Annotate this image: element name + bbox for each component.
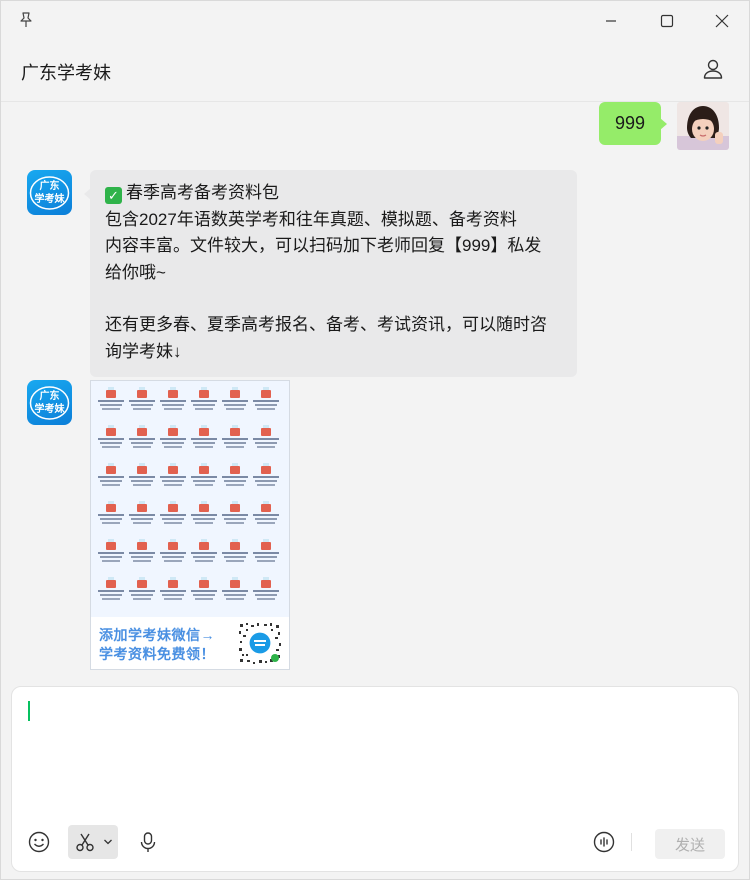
file-thumbnail bbox=[128, 501, 156, 541]
message-composer[interactable]: 发送 bbox=[11, 686, 739, 872]
file-thumbnail bbox=[221, 539, 249, 579]
outgoing-message-bubble[interactable]: 999 bbox=[599, 102, 668, 145]
file-thumbnail bbox=[97, 501, 125, 541]
title-bar bbox=[1, 1, 749, 39]
message-list[interactable]: 999 广东 学考妹 ✓ 春季高考备考资料包 包含2027年语数英学考和往年真题… bbox=[1, 102, 749, 684]
file-grid-preview bbox=[95, 385, 285, 615]
file-thumbnail bbox=[128, 539, 156, 579]
chevron-down-icon bbox=[104, 839, 112, 845]
file-thumbnail bbox=[252, 501, 280, 541]
file-thumbnail bbox=[190, 501, 218, 541]
file-thumbnail bbox=[190, 387, 218, 427]
file-thumbnail bbox=[252, 425, 280, 465]
file-thumbnail bbox=[221, 387, 249, 427]
file-thumbnail bbox=[97, 387, 125, 427]
logo-text-line1: 广东 bbox=[40, 389, 60, 402]
file-thumbnail bbox=[221, 425, 249, 465]
banner-line2: 学考资料免费领！ bbox=[99, 646, 215, 662]
file-thumbnail bbox=[159, 463, 187, 503]
chat-title: 广东学考妹 bbox=[21, 63, 111, 83]
pin-icon[interactable] bbox=[17, 11, 35, 29]
scissors-icon bbox=[76, 833, 94, 852]
sender-avatar[interactable]: 广东 学考妹 bbox=[27, 380, 72, 425]
file-thumbnail bbox=[190, 577, 218, 617]
file-thumbnail bbox=[128, 577, 156, 617]
microphone-icon bbox=[140, 832, 156, 852]
file-thumbnail bbox=[221, 463, 249, 503]
my-avatar[interactable] bbox=[677, 102, 729, 150]
file-thumbnail bbox=[252, 387, 280, 427]
person-icon[interactable] bbox=[701, 57, 725, 81]
banner-line1: 添加学考妹微信→ bbox=[99, 627, 215, 643]
screenshot-button-group bbox=[68, 825, 118, 859]
file-thumbnail bbox=[221, 501, 249, 541]
minimize-button[interactable] bbox=[591, 7, 631, 35]
close-icon bbox=[715, 14, 729, 28]
message-line: 内容丰富。文件较大，可以扫码加下老师回复【999】私发 bbox=[105, 236, 542, 255]
logo-text-line2: 学考妹 bbox=[35, 402, 66, 415]
message-line: 还有更多春、夏季高考报名、备考、考试资讯，可以随时咨 bbox=[105, 315, 547, 334]
file-thumbnail bbox=[159, 577, 187, 617]
file-thumbnail bbox=[97, 539, 125, 579]
file-thumbnail bbox=[252, 577, 280, 617]
voice-message-button[interactable] bbox=[131, 825, 165, 859]
outgoing-message-text: 999 bbox=[615, 113, 646, 133]
file-thumbnail bbox=[252, 463, 280, 503]
qr-code-icon bbox=[237, 621, 283, 665]
brand-logo-icon: 广东 学考妹 bbox=[29, 176, 70, 210]
file-thumbnail bbox=[159, 539, 187, 579]
poster-banner: 添加学考妹微信→ 学考资料免费领！ bbox=[91, 617, 289, 669]
maximize-icon bbox=[660, 14, 674, 28]
chat-header: 广东学考妹 bbox=[1, 39, 749, 102]
file-thumbnail bbox=[128, 387, 156, 427]
chat-window: 广东学考妹 999 广东 学考妹 ✓ 春季高考备考资料包 包含2027年语数英学… bbox=[0, 0, 750, 880]
logo-text-line2: 学考妹 bbox=[35, 192, 66, 205]
file-thumbnail bbox=[221, 577, 249, 617]
sender-avatar[interactable]: 广东 学考妹 bbox=[27, 170, 72, 215]
message-line bbox=[105, 286, 563, 312]
voice-input-button[interactable] bbox=[587, 825, 621, 859]
message-line: 给你哦~ bbox=[105, 262, 166, 282]
close-button[interactable] bbox=[702, 7, 742, 35]
emoji-icon bbox=[28, 831, 50, 853]
minimize-icon bbox=[606, 20, 616, 22]
file-thumbnail bbox=[97, 577, 125, 617]
check-mark-icon: ✓ bbox=[105, 187, 122, 204]
file-thumbnail bbox=[97, 463, 125, 503]
screenshot-options-dropdown[interactable] bbox=[101, 834, 115, 850]
message-line-text: 春季高考备考资料包 bbox=[126, 183, 279, 202]
file-thumbnail bbox=[159, 387, 187, 427]
file-thumbnail bbox=[128, 463, 156, 503]
brand-logo-icon: 广东 学考妹 bbox=[29, 386, 70, 420]
file-thumbnail bbox=[190, 425, 218, 465]
file-thumbnail bbox=[252, 539, 280, 579]
logo-text-line1: 广东 bbox=[40, 179, 60, 192]
file-thumbnail bbox=[128, 425, 156, 465]
file-thumbnail bbox=[97, 425, 125, 465]
send-button[interactable]: 发送 bbox=[655, 829, 725, 859]
message-line: ✓ 春季高考备考资料包 bbox=[105, 180, 563, 207]
screenshot-button[interactable] bbox=[71, 828, 99, 856]
file-thumbnail bbox=[159, 425, 187, 465]
voice-input-icon bbox=[593, 831, 615, 853]
file-thumbnail bbox=[190, 539, 218, 579]
incoming-message-bubble[interactable]: ✓ 春季高考备考资料包 包含2027年语数英学考和往年真题、模拟题、备考资料 内容… bbox=[84, 170, 577, 377]
message-line: 包含2027年语数英学考和往年真题、模拟题、备考资料 bbox=[105, 209, 517, 229]
image-message[interactable]: 添加学考妹微信→ 学考资料免费领！ bbox=[90, 380, 290, 670]
file-thumbnail bbox=[190, 463, 218, 503]
file-thumbnail bbox=[159, 501, 187, 541]
text-cursor bbox=[28, 701, 30, 721]
toolbar-divider bbox=[631, 833, 632, 851]
emoji-button[interactable] bbox=[22, 825, 56, 859]
maximize-button[interactable] bbox=[647, 7, 687, 35]
message-line: 询学考妹↓ bbox=[105, 341, 182, 361]
